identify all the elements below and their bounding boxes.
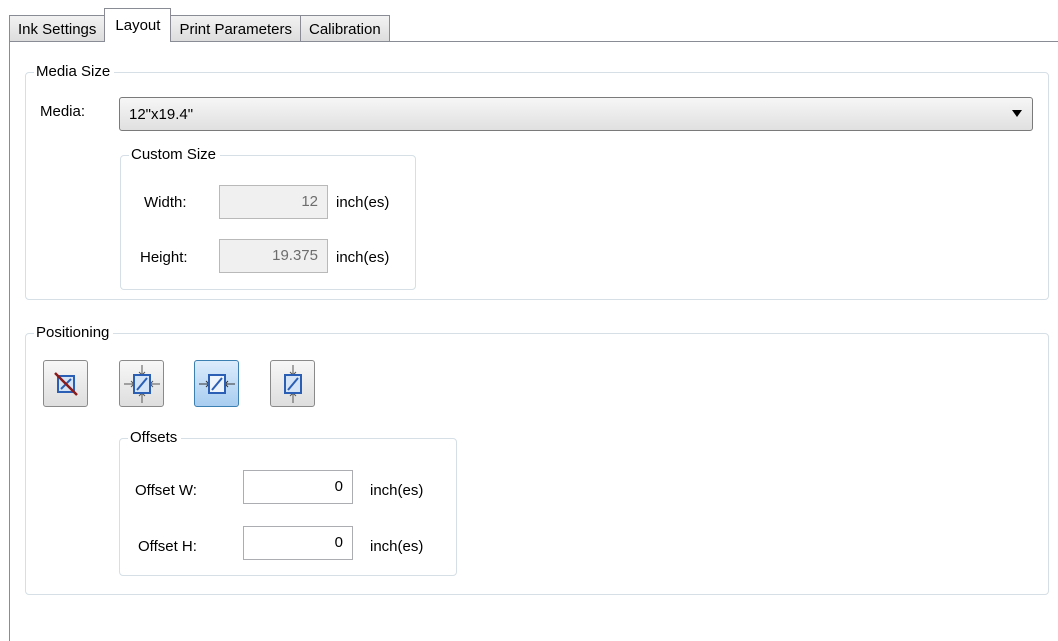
tab-print-parameters[interactable]: Print Parameters [170,15,301,42]
tab-ink-settings[interactable]: Ink Settings [9,15,106,42]
tab-page [9,41,1058,641]
tab-layout[interactable]: Layout [104,8,172,42]
tab-strip: Ink Settings Layout Print Parameters Cal… [9,8,390,42]
tab-calibration[interactable]: Calibration [299,15,390,42]
